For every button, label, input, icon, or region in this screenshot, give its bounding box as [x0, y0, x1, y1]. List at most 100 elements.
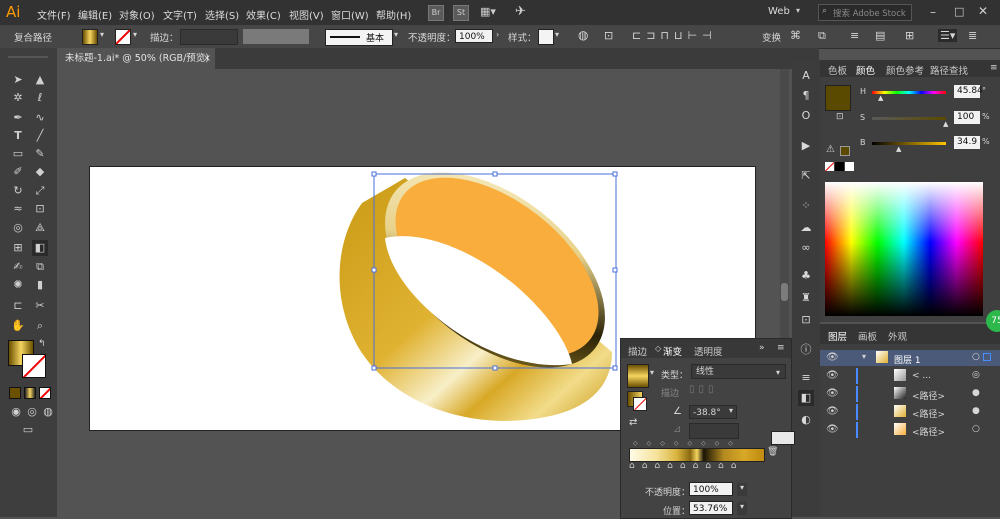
tab-color[interactable]: 颜色 — [856, 63, 875, 77]
layer-item-row[interactable]: 👁 < ... ◎ — [820, 368, 1000, 384]
symbols-icon[interactable]: ⁘ — [798, 198, 814, 214]
h-slider-thumb[interactable]: ▲ — [878, 94, 883, 102]
item-name[interactable]: < ... — [912, 371, 931, 381]
s-slider-track[interactable] — [872, 117, 946, 120]
tab-stroke[interactable]: 描边 — [628, 344, 647, 358]
s-value-field[interactable]: 100 — [954, 111, 980, 124]
gradient-slider-bar[interactable] — [629, 448, 765, 462]
h-value-field[interactable]: 45.84 — [954, 85, 983, 98]
paragraph-icon[interactable]: ¶ — [798, 88, 814, 104]
character-panel-icon[interactable]: A — [798, 68, 814, 84]
tab-layers[interactable]: 图层 — [828, 329, 847, 343]
selection-indicator[interactable] — [983, 353, 991, 361]
reverse-gradient-icon[interactable]: ⇄ — [629, 417, 637, 428]
trash-icon[interactable]: 🗑 — [767, 447, 778, 457]
item-thumbnail — [894, 423, 906, 435]
expand-icon[interactable]: ◇ — [655, 344, 661, 353]
chevron-down-icon[interactable]: ▾ — [729, 406, 733, 415]
layer-color-bar — [856, 404, 858, 420]
item-name[interactable]: <路径> — [912, 425, 945, 438]
layer-color-bar — [856, 422, 858, 438]
layer-row[interactable]: 👁 ▾ 图层 1 ○ — [820, 350, 1000, 366]
stroke-gradient-buttons[interactable]: ▯▯▯ — [689, 384, 718, 395]
layer-item-row[interactable]: 👁 <路径> ● — [820, 386, 1000, 402]
gradient-type-dropdown[interactable]: 线性 ▾ — [691, 364, 786, 379]
b-slider-track[interactable] — [872, 142, 946, 145]
eye-icon[interactable]: 👁 — [826, 424, 839, 435]
none-swatch[interactable] — [825, 162, 834, 171]
out-of-gamut-icon[interactable]: ⊡ — [836, 112, 844, 122]
item-thumbnail — [894, 369, 906, 381]
panel-dock: A ¶ O ▶ ⇱ ⁘ ☁ ∞ ♣ ♜ ⊡ ⓘ ≡ ◧ ◐ — [792, 60, 820, 517]
gamut-swatch[interactable] — [840, 146, 850, 156]
aspect-ratio-field[interactable] — [689, 423, 739, 439]
layer-item-row[interactable]: 👁 <路径> ○ — [820, 422, 1000, 438]
swatches-libraries-icon[interactable]: ☁ — [798, 220, 814, 236]
play-icon[interactable]: ▶ — [798, 138, 814, 154]
transparency-icon[interactable]: ◐ — [798, 412, 814, 428]
tab-swatches[interactable]: 色板 — [828, 63, 847, 77]
b-value-field[interactable]: 34.9 — [954, 136, 980, 149]
panel-menu-icon[interactable]: ≡ — [990, 63, 998, 73]
export-icon[interactable]: ⇱ — [798, 168, 814, 184]
target-icon[interactable]: ● — [972, 388, 980, 398]
align-icon[interactable]: ≡ — [798, 370, 814, 386]
eye-icon[interactable]: 👁 — [826, 370, 839, 381]
stop-position-field[interactable]: 53.76% — [689, 501, 733, 515]
layer-name[interactable]: 图层 1 — [894, 353, 921, 366]
layers-panel: 图层 画板 外观 👁 ▾ 图层 1 ○ 👁 < ... ◎ 👁 <路径> ● 👁… — [820, 324, 1000, 517]
scrollbar-thumb[interactable] — [781, 283, 788, 301]
info-icon[interactable]: ⓘ — [798, 342, 814, 358]
color-panel: 色板 颜色 颜色参考 路径查找 ≡ ⊡ H ▲ 45.84 ° S ▲ 100 … — [820, 60, 1000, 322]
chevron-down-icon[interactable]: ▾ — [862, 352, 866, 361]
tab-appearance[interactable]: 外观 — [888, 329, 907, 343]
selection-handle — [612, 171, 618, 177]
b-slider-thumb[interactable]: ▲ — [896, 145, 901, 153]
item-name[interactable]: <路径> — [912, 389, 945, 402]
gradient-preview[interactable] — [627, 364, 649, 388]
selection-handle — [612, 365, 618, 371]
chevron-down-icon[interactable]: ▾ — [650, 368, 654, 377]
black-swatch[interactable] — [835, 162, 844, 171]
tab-color-guide[interactable]: 颜色参考 — [886, 63, 924, 77]
layer-item-row[interactable]: 👁 <路径> ● — [820, 404, 1000, 420]
item-name[interactable]: <路径> — [912, 407, 945, 420]
tab-pathfinder[interactable]: 路径查找 — [930, 63, 968, 77]
layer-color-bar — [856, 368, 858, 384]
chevron-down-icon[interactable]: ▾ — [737, 483, 747, 496]
tab-gradient[interactable]: 渐变 — [663, 344, 682, 358]
stop-opacity-field[interactable]: 100% — [689, 482, 733, 496]
eye-icon[interactable]: 👁 — [826, 406, 839, 417]
selection-handle — [371, 267, 377, 273]
panel-menu-icon[interactable]: ≡ — [777, 343, 785, 353]
target-icon[interactable]: ○ — [972, 424, 980, 434]
b-unit: % — [982, 137, 990, 146]
tab-transparency[interactable]: 透明度 — [694, 344, 723, 358]
eye-icon[interactable]: 👁 — [826, 388, 839, 399]
clubs-icon[interactable]: ♣ — [798, 268, 814, 284]
white-swatch[interactable] — [845, 162, 854, 171]
s-slider-thumb[interactable]: ▲ — [943, 120, 948, 128]
puppet-icon[interactable]: ♜ — [798, 290, 814, 306]
warning-icon[interactable]: ⚠ — [826, 144, 835, 155]
tab-artboards[interactable]: 画板 — [858, 329, 877, 343]
stroke-indicator[interactable] — [633, 397, 647, 411]
s-label: S — [860, 113, 866, 122]
target-icon[interactable]: ◎ — [972, 370, 980, 380]
gradient-panel: 描边 ◇ 渐变 透明度 » ≡ ▾ 类型： 线性 ▾ 描边 ▯▯▯ ⇄ ∠ -3… — [620, 338, 795, 519]
current-color-swatch[interactable] — [825, 85, 851, 111]
gradient-stops[interactable]: ⌂⌂⌂⌂⌂⌂⌂⌂⌂ — [629, 461, 769, 471]
opentype-icon[interactable]: O — [798, 108, 814, 124]
gradient-type-value: 线性 — [696, 367, 715, 377]
target-icon[interactable]: ● — [972, 406, 980, 416]
target-icon[interactable]: ○ — [972, 352, 980, 362]
eye-icon[interactable]: 👁 — [826, 352, 839, 363]
midpoint-diamonds[interactable]: ◇◇◇◇◇◇◇◇ — [633, 440, 773, 447]
gradient-icon[interactable]: ◧ — [798, 390, 814, 406]
color-spectrum[interactable] — [825, 182, 983, 316]
transform-icon[interactable]: ⊡ — [798, 312, 814, 328]
links-icon[interactable]: ∞ — [798, 240, 814, 256]
gradient-swatch-chip[interactable] — [771, 431, 795, 445]
collapse-icon[interactable]: » — [759, 343, 765, 353]
chevron-down-icon[interactable]: ▾ — [737, 502, 747, 515]
